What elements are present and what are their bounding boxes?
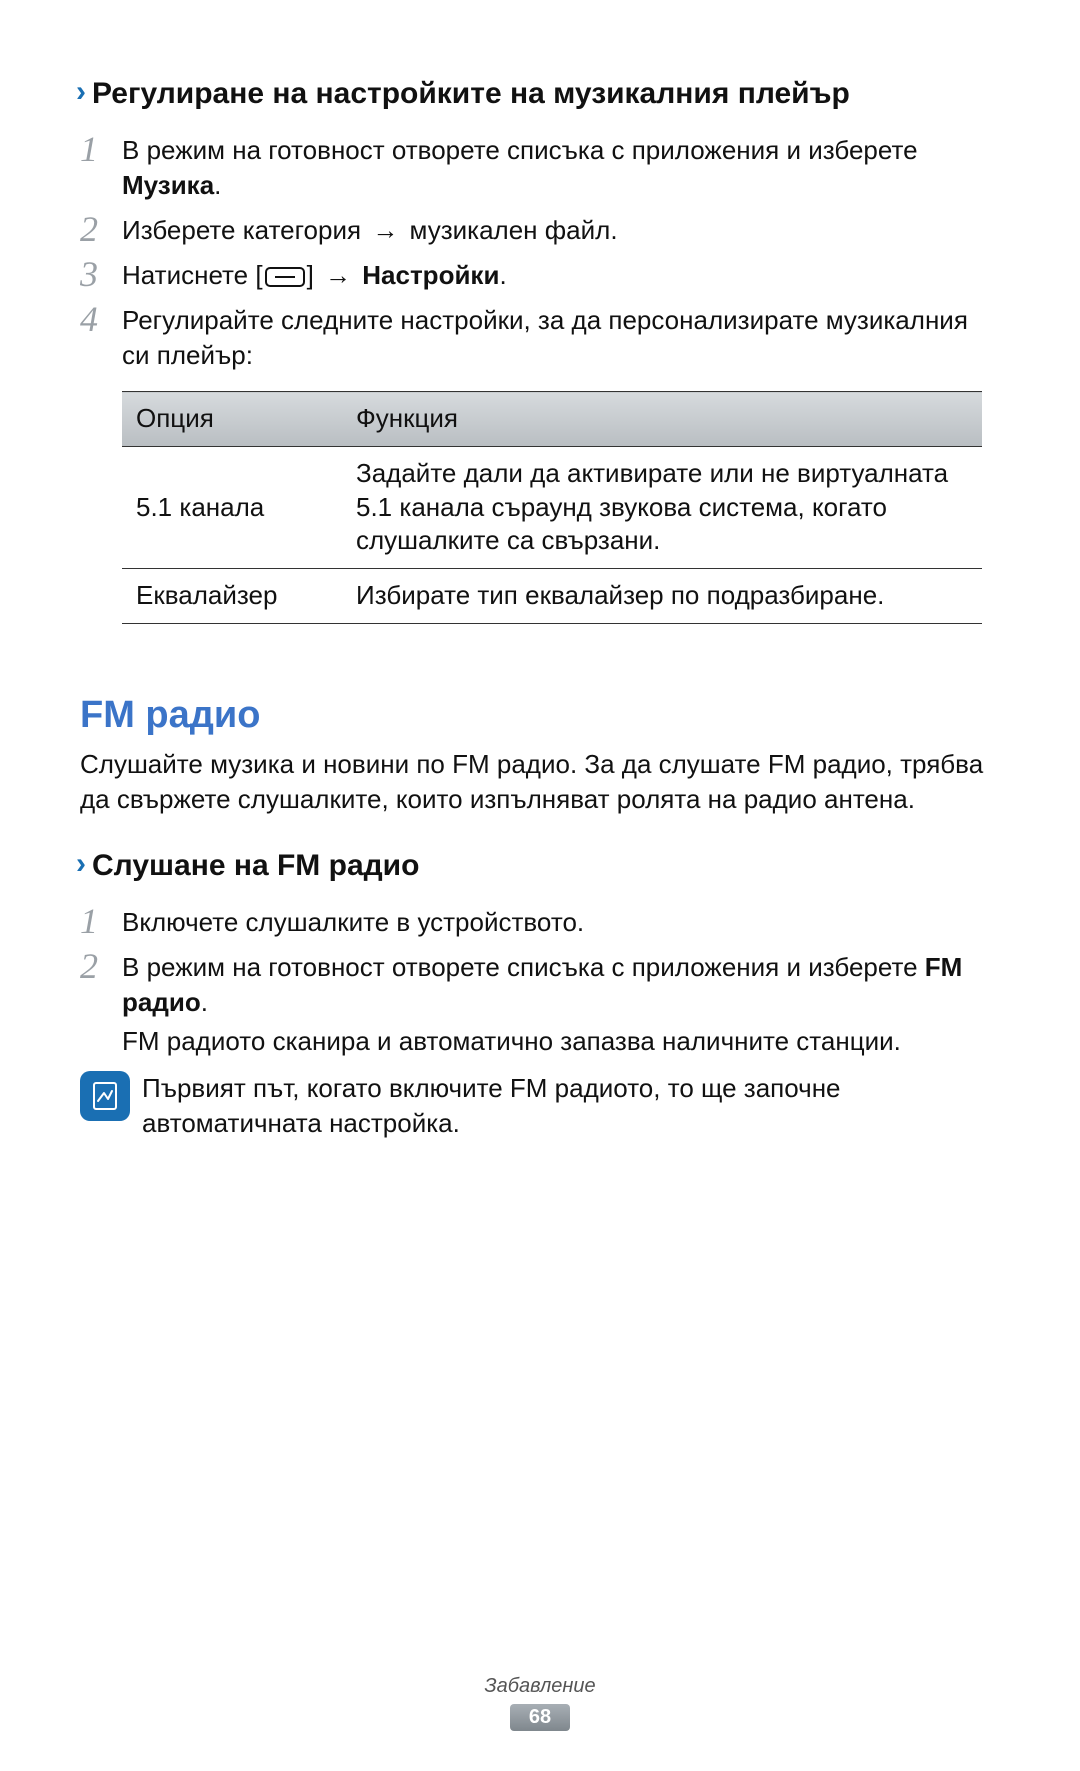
step-item: 2 В режим на готовност отворете списъка … xyxy=(80,950,1000,1059)
menu-key-icon xyxy=(265,267,305,287)
section2-subheading: Слушане на FM радио xyxy=(92,847,419,885)
step-extra: FM радиото сканира и автоматично запазва… xyxy=(122,1026,901,1056)
step-text: Натиснете [ xyxy=(122,260,263,290)
page: › Регулиране на настройките на музикални… xyxy=(0,0,1080,1771)
section1-steps: 1 В режим на готовност отворете списъка … xyxy=(80,133,1000,374)
step-item: 3 Натиснете [ ] → Настройки. xyxy=(80,258,1000,293)
page-number: 68 xyxy=(510,1704,570,1731)
section2-steps: 1 Включете слушалките в устройството. 2 … xyxy=(80,905,1000,1059)
chevron-icon: › xyxy=(76,849,86,879)
options-table: Опция Функция 5.1 канала Задайте дали да… xyxy=(122,391,982,624)
step-item: 4 Регулирайте следните настройки, за да … xyxy=(80,303,1000,373)
step-body: Натиснете [ ] → Настройки. xyxy=(122,258,1000,293)
step-item: 1 В режим на готовност отворете списъка … xyxy=(80,133,1000,203)
table-row: 5.1 канала Задайте дали да активирате ил… xyxy=(122,446,982,568)
table-cell-function: Избирате тип еквалайзер по подразбиране. xyxy=(342,569,982,624)
arrow-icon: → xyxy=(325,260,351,290)
step-suffix: . xyxy=(499,260,506,290)
step-number: 3 xyxy=(80,256,122,292)
step-text: В режим на готовност отворете списъка с … xyxy=(122,135,918,165)
step-text: ] xyxy=(307,260,321,290)
step-suffix: . xyxy=(201,987,208,1017)
table-cell-option: Еквалайзер xyxy=(122,569,342,624)
note-text: Първият път, когато включите FM радиото,… xyxy=(142,1071,1000,1141)
step-text: Регулирайте следните настройки, за да пе… xyxy=(122,305,968,370)
note-icon xyxy=(80,1071,130,1121)
step-suffix: музикален файл. xyxy=(402,215,617,245)
section2-title: FM радио xyxy=(80,694,1000,737)
step-bold: Настройки xyxy=(355,260,499,290)
step-suffix: . xyxy=(214,170,221,200)
step-number: 2 xyxy=(80,211,122,247)
step-body: Изберете категория → музикален файл. xyxy=(122,213,1000,248)
step-body: Включете слушалките в устройството. xyxy=(122,905,1000,940)
table-head-option: Опция xyxy=(122,392,342,447)
section2-intro: Слушайте музика и новини по FM радио. За… xyxy=(80,747,1000,817)
note: Първият път, когато включите FM радиото,… xyxy=(80,1071,1000,1141)
step-number: 1 xyxy=(80,131,122,167)
step-number: 4 xyxy=(80,301,122,337)
step-text: В режим на готовност отворете списъка с … xyxy=(122,952,925,982)
step-body: В режим на готовност отворете списъка с … xyxy=(122,133,1000,203)
table-head-row: Опция Функция xyxy=(122,392,982,447)
table-cell-function: Задайте дали да активирате или не виртуа… xyxy=(342,446,982,568)
step-item: 1 Включете слушалките в устройството. xyxy=(80,905,1000,940)
step-body: Регулирайте следните настройки, за да пе… xyxy=(122,303,1000,373)
section1-heading-row: › Регулиране на настройките на музикални… xyxy=(76,75,1000,123)
step-body: В режим на готовност отворете списъка с … xyxy=(122,950,1000,1059)
step-bold: Музика xyxy=(122,170,214,200)
step-item: 2 Изберете категория → музикален файл. xyxy=(80,213,1000,248)
table-row: Еквалайзер Избирате тип еквалайзер по по… xyxy=(122,569,982,624)
step-number: 1 xyxy=(80,903,122,939)
section2-subheading-row: › Слушане на FM радио xyxy=(76,847,1000,895)
table-head-function: Функция xyxy=(342,392,982,447)
chevron-icon: › xyxy=(76,77,86,107)
arrow-icon: → xyxy=(372,215,398,245)
page-footer: Забавление 68 xyxy=(0,1675,1080,1731)
footer-chapter: Забавление xyxy=(0,1675,1080,1698)
step-number: 2 xyxy=(80,948,122,984)
section1-heading: Регулиране на настройките на музикалния … xyxy=(92,75,850,113)
step-text: Включете слушалките в устройството. xyxy=(122,907,584,937)
table-cell-option: 5.1 канала xyxy=(122,446,342,568)
step-text: Изберете категория xyxy=(122,215,368,245)
